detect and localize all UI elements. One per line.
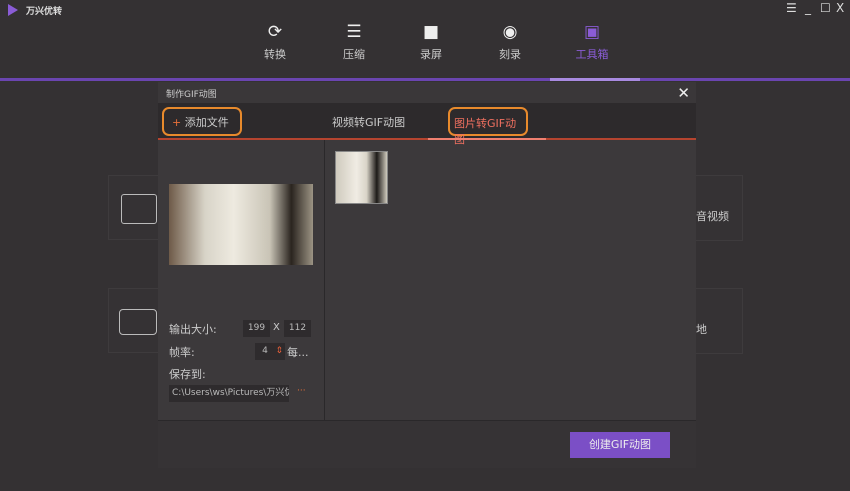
card-label: 音视频 (696, 210, 729, 223)
nav-burn[interactable]: ◉ 刻录 (480, 22, 540, 62)
toolbox-icon: ▣ (583, 22, 601, 42)
maximize-button[interactable]: ☐ (820, 1, 831, 15)
dialog-footer: 创建GIF动图 (158, 420, 696, 468)
width-input[interactable]: 199 (243, 320, 270, 337)
add-file-label: 添加文件 (184, 116, 229, 129)
size-separator: X (273, 322, 280, 333)
compress-icon: ☰ (346, 22, 362, 42)
nav-active-indicator (550, 78, 640, 81)
convert-icon: ⟳ (267, 22, 283, 42)
output-size-label: 输出大小: (169, 323, 217, 336)
height-input[interactable]: 112 (284, 320, 311, 337)
nav-compress[interactable]: ☰ 压缩 (324, 22, 384, 62)
card-label: 地 (696, 323, 707, 336)
active-tab-indicator (428, 138, 546, 140)
app-name: 万兴优转 (26, 7, 63, 17)
fps-label: 帧率: (169, 346, 195, 359)
stepper-arrows-icon[interactable]: ⇕ (275, 343, 283, 360)
menu-button[interactable]: ☰ (786, 1, 797, 15)
nav-label: 工具箱 (575, 48, 609, 61)
nav-label: 录屏 (420, 48, 442, 61)
nav-record[interactable]: ■ 录屏 (401, 22, 461, 62)
app-logo-icon (8, 4, 18, 16)
tool-card-right2[interactable]: 地 (690, 288, 743, 354)
image-thumbnail[interactable] (335, 151, 388, 204)
preview-image (169, 184, 313, 265)
image-icon (121, 194, 157, 224)
nav-label: 转换 (264, 48, 286, 61)
plus-icon: + (172, 116, 182, 129)
vr-icon (119, 309, 157, 335)
gif-maker-dialog: 制作GIF动图 ✕ + 添加文件 视频转GIF动图 图片转GIF动图 输出大小:… (158, 82, 696, 468)
dialog-tabs: + 添加文件 视频转GIF动图 图片转GIF动图 (158, 103, 696, 146)
tool-card-right1[interactable]: 音视频 (690, 175, 743, 241)
nav-toolbox[interactable]: ▣ 工具箱 (562, 22, 622, 62)
add-file-button[interactable]: + 添加文件 (162, 107, 242, 136)
fps-stepper[interactable]: 4 ⇕ (255, 343, 285, 360)
fps-unit: 每... (287, 346, 309, 359)
minimize-button[interactable]: _ (805, 1, 811, 15)
browse-button[interactable]: ··· (297, 386, 306, 396)
save-path-input[interactable]: C:\Users\ws\Pictures\万兴优转 (169, 385, 289, 402)
save-to-label: 保存到: (169, 368, 206, 381)
nav-label: 刻录 (499, 48, 521, 61)
create-gif-button[interactable]: 创建GIF动图 (570, 432, 670, 458)
fps-value: 4 (262, 346, 268, 356)
burn-icon: ◉ (502, 22, 518, 42)
title-bar: 万兴优转 ☰ _ ☐ X (0, 0, 850, 20)
dialog-close-icon[interactable]: ✕ (677, 84, 690, 102)
close-button[interactable]: X (836, 1, 844, 15)
nav-label: 压缩 (343, 48, 365, 61)
settings-panel: 输出大小: 199 X 112 帧率: 4 ⇕ 每... 保存到: C:\User… (158, 140, 325, 420)
tab-image-to-gif[interactable]: 图片转GIF动图 (448, 107, 528, 146)
tab-video-to-gif[interactable]: 视频转GIF动图 (332, 114, 405, 130)
nav-convert[interactable]: ⟳ 转换 (245, 22, 305, 62)
record-icon: ■ (422, 22, 440, 42)
dialog-title: 制作GIF动图 (158, 82, 696, 103)
nav-divider (0, 78, 850, 81)
